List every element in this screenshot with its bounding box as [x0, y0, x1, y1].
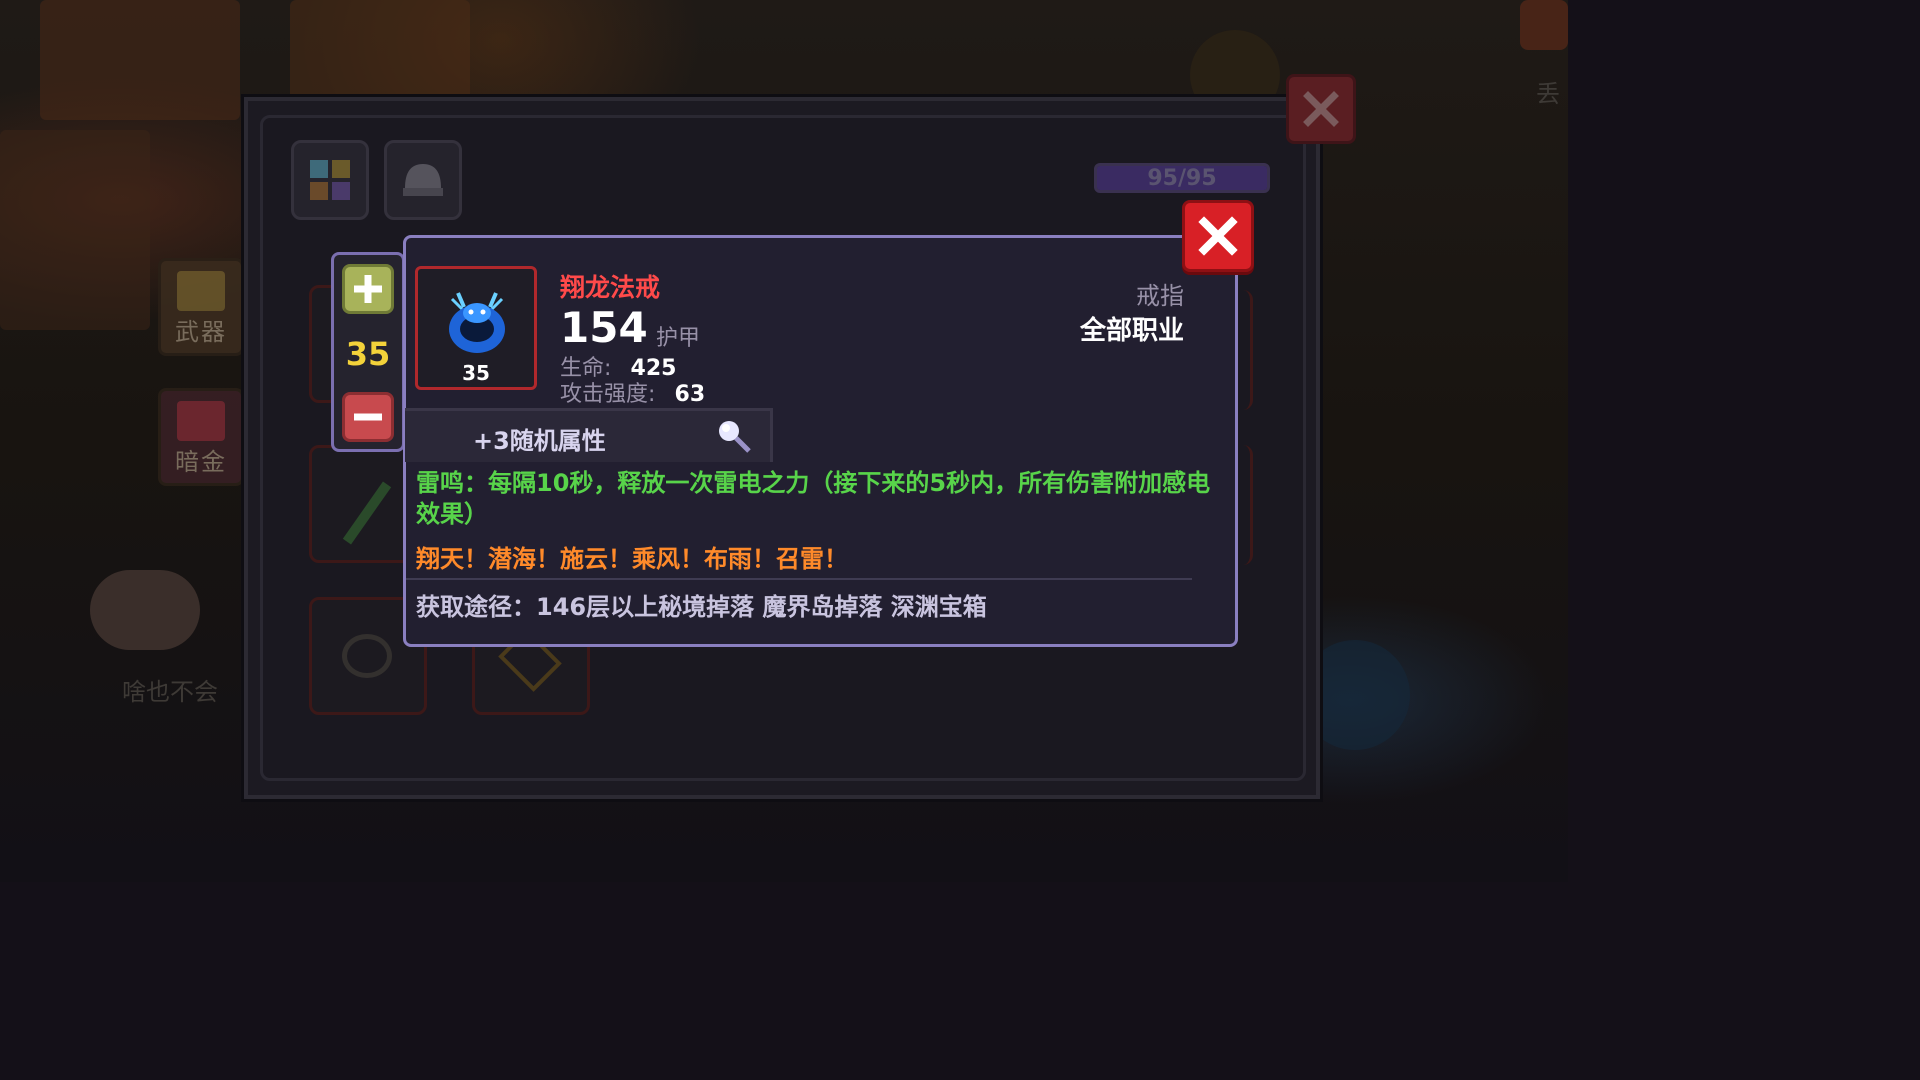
necklace-icon	[342, 634, 392, 678]
weapon-tab-icon	[177, 271, 225, 311]
tab-weapon[interactable]: 武器	[158, 258, 244, 356]
dark-gold-tab-icon	[177, 401, 225, 441]
tooltip-divider	[406, 578, 1192, 580]
tab-dark-gold[interactable]: 暗金	[158, 388, 244, 486]
background-building	[0, 130, 150, 330]
armor-value: 154	[560, 303, 648, 352]
tab-helmet[interactable]	[384, 140, 462, 220]
background-faded-text: 啥也不会	[122, 678, 218, 706]
item-type: 戒指	[1136, 282, 1184, 310]
decrease-button[interactable]	[342, 392, 394, 442]
background-corner-decoration	[1520, 0, 1568, 50]
item-icon-frame: 35	[415, 266, 537, 390]
tab-all-items[interactable]	[291, 140, 369, 220]
tab-dark-gold-label: 暗金	[175, 448, 227, 476]
panel-close-button[interactable]	[1286, 74, 1356, 144]
staff-icon	[342, 481, 392, 545]
close-icon	[1198, 216, 1238, 256]
random-attributes-row: +3随机属性	[405, 408, 773, 462]
close-icon	[1303, 91, 1339, 127]
item-class-restriction: 全部职业	[1079, 316, 1184, 346]
tab-weapon-label: 武器	[175, 318, 227, 346]
item-effect-description: 雷鸣：每隔10秒，释放一次雷电之力（接下来的5秒内，所有伤害附加感电效果）	[416, 469, 1211, 528]
stat-label: 攻击强度:	[560, 382, 656, 407]
random-attributes-label: +3随机属性	[473, 427, 606, 455]
stepper-value: 35	[345, 335, 391, 373]
item-level: 35	[462, 361, 490, 385]
dragon-ring-icon	[449, 292, 505, 353]
background-corner-text: 丢	[1536, 80, 1560, 108]
quantity-stepper: 35	[331, 252, 405, 452]
increase-button[interactable]	[342, 264, 394, 314]
item-name: 翔龙法戒	[560, 273, 661, 302]
helmet-icon	[403, 164, 443, 196]
background-building	[40, 0, 240, 120]
minus-icon	[354, 413, 382, 421]
grid-icon	[310, 160, 350, 200]
item-source: 获取途径：146层以上秘境掉落 魔界岛掉落 深渊宝箱	[416, 593, 987, 621]
stat-value: 63	[674, 382, 706, 407]
armor-label: 护甲	[656, 326, 701, 351]
inventory-capacity-text: 95/95	[1147, 165, 1217, 191]
item-flavor-text: 翔天！潜海！施云！乘风！布雨！召雷！	[416, 545, 848, 573]
plus-icon	[354, 275, 382, 303]
stat-row-attack: 攻击强度: 63	[560, 376, 705, 408]
background-character	[90, 570, 200, 650]
inventory-capacity-bar: 95/95	[1094, 163, 1270, 193]
background-building	[290, 0, 470, 100]
tooltip-close-button[interactable]	[1182, 200, 1254, 272]
magnifier-icon[interactable]	[715, 417, 755, 457]
